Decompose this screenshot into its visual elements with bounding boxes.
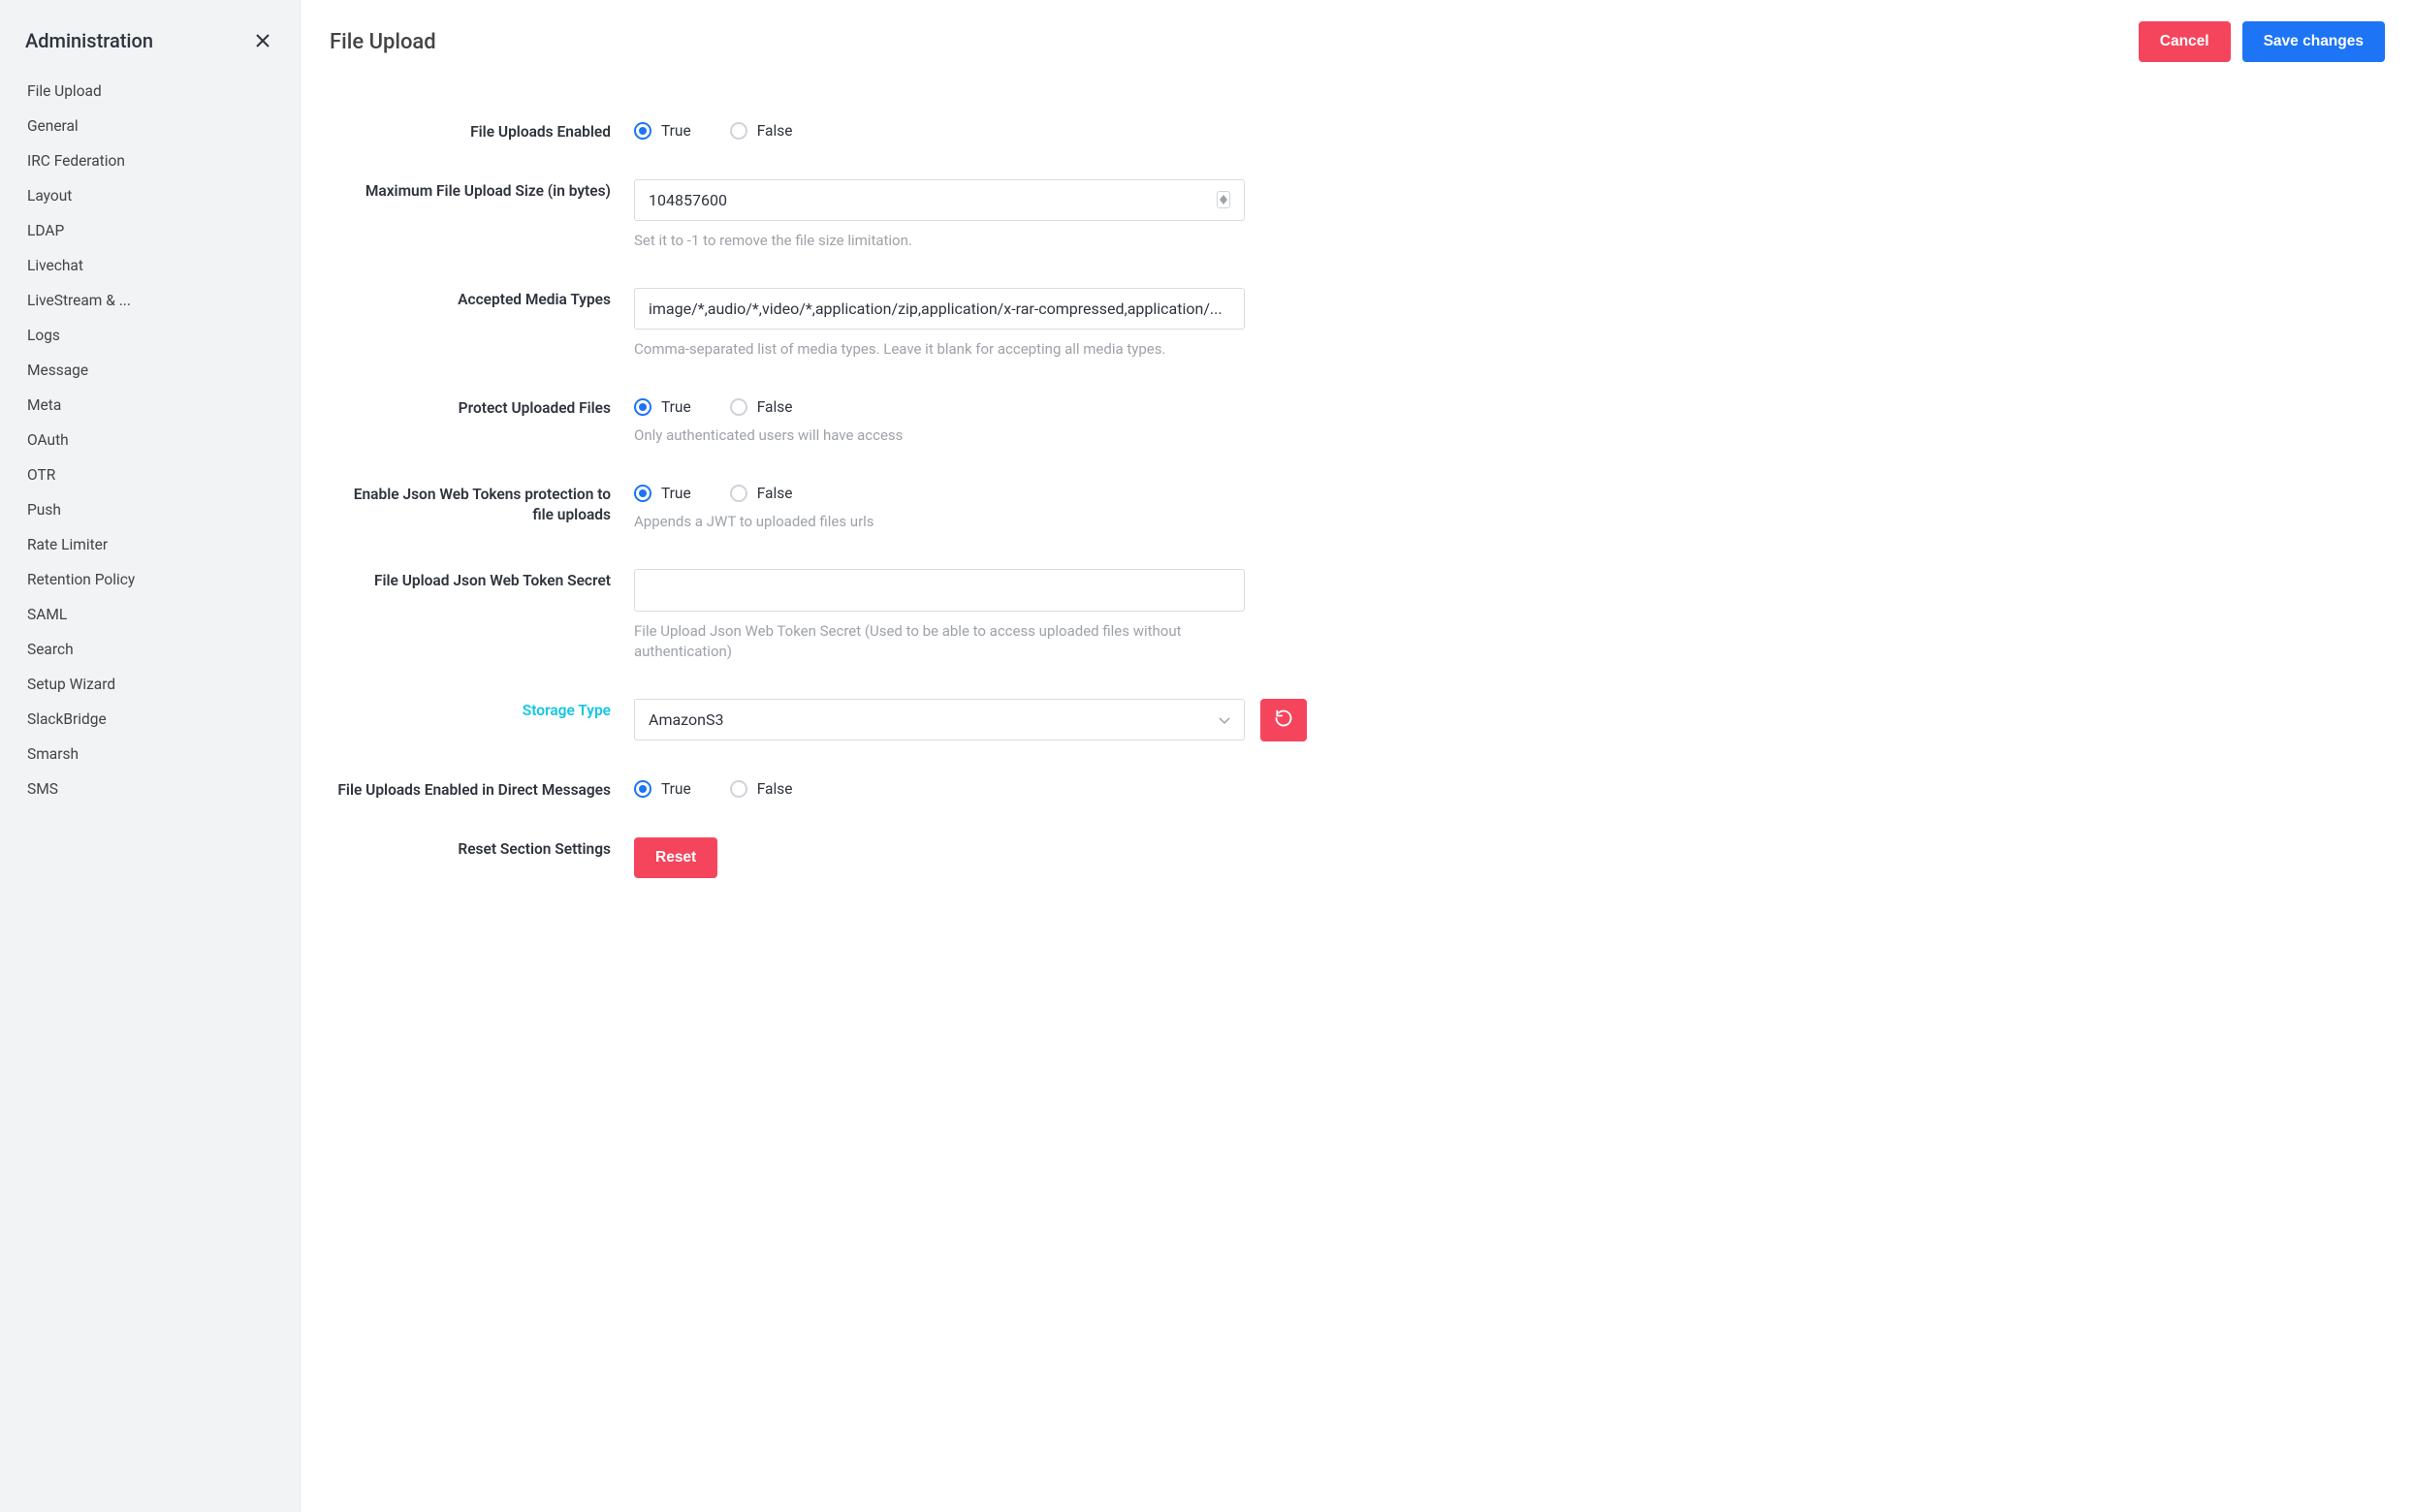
radio-icon: [730, 485, 747, 502]
label-dm-enabled: File Uploads Enabled in Direct Messages: [330, 778, 611, 801]
radio-protect-false[interactable]: False: [730, 398, 793, 416]
sidebar-item-saml[interactable]: SAML: [0, 597, 300, 632]
sidebar-item-livestream[interactable]: LiveStream & ...: [0, 283, 300, 318]
radio-uploads-enabled-true[interactable]: True: [634, 122, 691, 140]
radio-uploads-enabled-false[interactable]: False: [730, 122, 793, 140]
radio-dm-enabled-true[interactable]: True: [634, 780, 691, 798]
input-media-types[interactable]: image/*,audio/*,video/*,application/zip,…: [634, 288, 1245, 330]
page-title: File Upload: [330, 30, 436, 54]
radio-icon: [730, 122, 747, 140]
radio-icon: [634, 780, 651, 798]
radio-jwt-enabled-false[interactable]: False: [730, 485, 793, 502]
row-dm-enabled: File Uploads Enabled in Direct Messages …: [330, 778, 2385, 801]
topbar: File Upload Cancel Save changes: [301, 0, 2414, 72]
sidebar-item-layout[interactable]: Layout: [0, 178, 300, 213]
radio-icon: [730, 780, 747, 798]
select-storage-type-value: AmazonS3: [649, 710, 723, 729]
cancel-button[interactable]: Cancel: [2139, 21, 2231, 62]
radio-label: True: [661, 122, 691, 140]
radio-icon: [634, 398, 651, 416]
label-uploads-enabled: File Uploads Enabled: [330, 120, 611, 142]
radio-uploads-enabled: True False: [634, 120, 1332, 140]
sidebar-item-general[interactable]: General: [0, 109, 300, 143]
close-icon[interactable]: [251, 29, 274, 52]
sidebar-item-file-upload[interactable]: File Upload: [0, 74, 300, 109]
radio-label: False: [757, 780, 793, 798]
sidebar-item-retention-policy[interactable]: Retention Policy: [0, 562, 300, 597]
sidebar-item-message[interactable]: Message: [0, 353, 300, 388]
radio-icon: [634, 485, 651, 502]
sidebar-item-search[interactable]: Search: [0, 632, 300, 667]
radio-label: False: [757, 398, 793, 416]
sidebar-item-sms[interactable]: SMS: [0, 772, 300, 806]
radio-dm-enabled-false[interactable]: False: [730, 780, 793, 798]
help-jwt-secret: File Upload Json Web Token Secret (Used …: [634, 621, 1245, 662]
radio-protect-true[interactable]: True: [634, 398, 691, 416]
radio-protect: True False: [634, 396, 1332, 416]
top-actions: Cancel Save changes: [2139, 21, 2385, 62]
chevron-down-icon: [1219, 710, 1230, 729]
label-media-types: Accepted Media Types: [330, 288, 611, 310]
input-max-size-value: 104857600: [649, 191, 727, 209]
label-jwt-enabled: Enable Json Web Tokens protection to fil…: [330, 483, 611, 525]
sidebar-item-irc-federation[interactable]: IRC Federation: [0, 143, 300, 178]
label-reset-section: Reset Section Settings: [330, 837, 611, 860]
help-media-types: Comma-separated list of media types. Lea…: [634, 339, 1245, 360]
sidebar-item-setup-wizard[interactable]: Setup Wizard: [0, 667, 300, 702]
help-jwt-enabled: Appends a JWT to uploaded files urls: [634, 512, 1245, 532]
row-media-types: Accepted Media Types image/*,audio/*,vid…: [330, 288, 2385, 360]
content: File Uploads Enabled True False Maximum …: [301, 72, 2414, 1512]
row-max-size: Maximum File Upload Size (in bytes) 1048…: [330, 179, 2385, 251]
main: File Upload Cancel Save changes File Upl…: [301, 0, 2414, 1512]
sidebar-item-livechat[interactable]: Livechat: [0, 248, 300, 283]
help-max-size: Set it to -1 to remove the file size lim…: [634, 231, 1245, 251]
radio-icon: [634, 122, 651, 140]
radio-icon: [730, 398, 747, 416]
select-storage-type[interactable]: AmazonS3: [634, 699, 1245, 740]
label-max-size: Maximum File Upload Size (in bytes): [330, 179, 611, 202]
sidebar-item-meta[interactable]: Meta: [0, 388, 300, 423]
label-storage-type: Storage Type: [330, 699, 611, 721]
radio-dm-enabled: True False: [634, 778, 1332, 798]
sidebar-nav: File Upload General IRC Federation Layou…: [0, 74, 300, 1512]
radio-jwt-enabled-true[interactable]: True: [634, 485, 691, 502]
undo-icon: [1274, 709, 1293, 731]
radio-jwt-enabled: True False: [634, 483, 1332, 502]
sidebar-item-push[interactable]: Push: [0, 492, 300, 527]
reset-storage-type-button[interactable]: [1260, 699, 1307, 741]
sidebar-item-ldap[interactable]: LDAP: [0, 213, 300, 248]
sidebar-item-otr[interactable]: OTR: [0, 457, 300, 492]
help-protect: Only authenticated users will have acces…: [634, 425, 1245, 446]
row-uploads-enabled: File Uploads Enabled True False: [330, 120, 2385, 142]
label-protect: Protect Uploaded Files: [330, 396, 611, 419]
reset-section-button[interactable]: Reset: [634, 837, 717, 878]
radio-label: True: [661, 398, 691, 416]
radio-label: True: [661, 485, 691, 502]
sidebar-item-slackbridge[interactable]: SlackBridge: [0, 702, 300, 737]
sidebar-item-smarsh[interactable]: Smarsh: [0, 737, 300, 772]
radio-label: False: [757, 122, 793, 140]
row-jwt-secret: File Upload Json Web Token Secret File U…: [330, 569, 2385, 662]
row-protect: Protect Uploaded Files True False Only a…: [330, 396, 2385, 446]
row-jwt-enabled: Enable Json Web Tokens protection to fil…: [330, 483, 2385, 532]
sidebar-item-rate-limiter[interactable]: Rate Limiter: [0, 527, 300, 562]
sidebar-title: Administration: [25, 29, 153, 52]
row-storage-type: Storage Type AmazonS3: [330, 699, 2385, 741]
save-button[interactable]: Save changes: [2242, 21, 2385, 62]
input-max-size[interactable]: 104857600: [634, 179, 1245, 221]
sidebar-item-oauth[interactable]: OAuth: [0, 423, 300, 457]
label-jwt-secret: File Upload Json Web Token Secret: [330, 569, 611, 591]
input-jwt-secret[interactable]: [634, 569, 1245, 612]
radio-label: True: [661, 780, 691, 798]
radio-label: False: [757, 485, 793, 502]
row-reset-section: Reset Section Settings Reset: [330, 837, 2385, 878]
sidebar: Administration File Upload General IRC F…: [0, 0, 301, 1512]
sidebar-item-logs[interactable]: Logs: [0, 318, 300, 353]
sidebar-header: Administration: [0, 23, 300, 74]
number-stepper-icon[interactable]: [1217, 191, 1230, 208]
